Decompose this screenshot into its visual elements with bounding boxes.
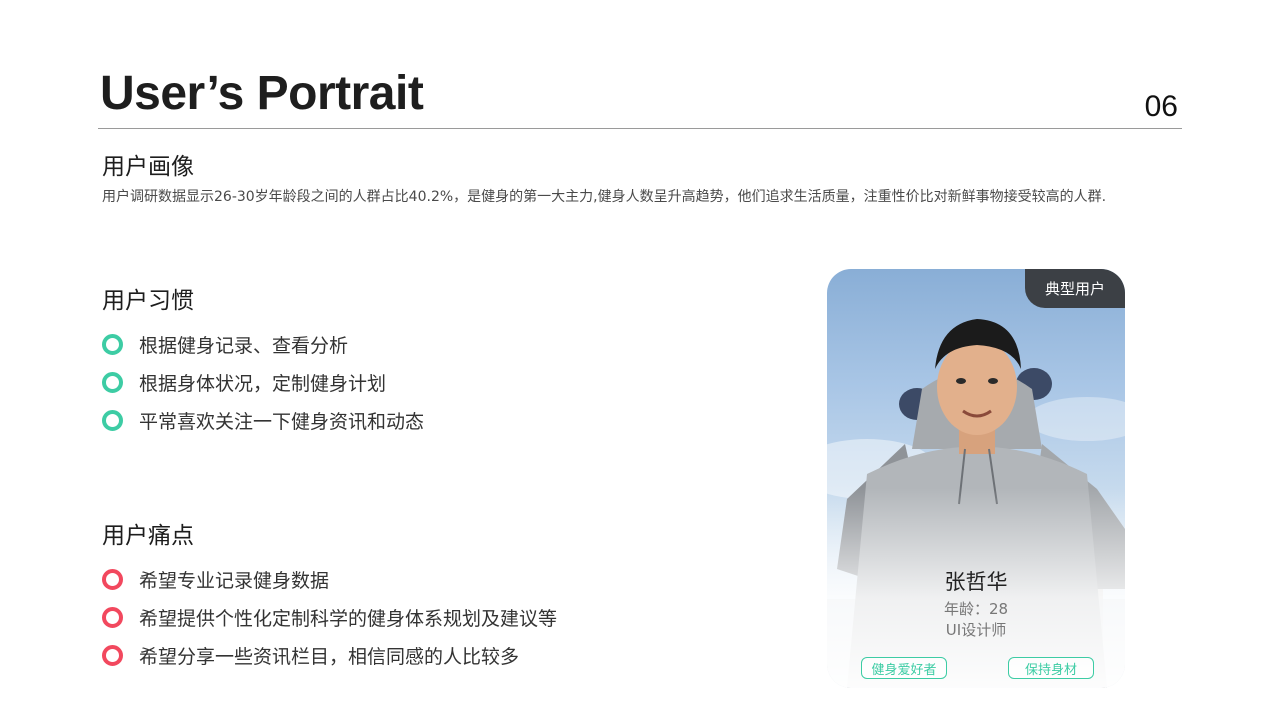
habits-heading: 用户习惯 (102, 288, 194, 314)
pain-point-text: 希望提供个性化定制科学的健身体系规划及建议等 (139, 607, 558, 630)
green-bullet-icon (102, 409, 123, 431)
profile-card: 典型用户 张哲华 年龄：28 UI设计师 健身爱好者 保持身材 (827, 269, 1125, 688)
page-number: 06 (1144, 90, 1178, 123)
portrait-description: 用户调研数据显示26-30岁年龄段之间的人群占比40.2%，是健身的第一大主力,… (102, 189, 1107, 205)
habits-list: 根据健身记录、查看分析 根据身体状况，定制健身计划 平常喜欢关注一下健身资讯和动… (102, 325, 424, 439)
title-divider (98, 128, 1182, 129)
page-title: User’s Portrait (100, 67, 424, 120)
pain-point-text: 希望专业记录健身数据 (139, 569, 330, 592)
portrait-heading: 用户画像 (102, 154, 194, 180)
red-bullet-icon (102, 644, 123, 666)
habit-text: 根据健身记录、查看分析 (139, 334, 349, 357)
list-item: 根据身体状况，定制健身计划 (102, 363, 424, 401)
green-bullet-icon (102, 333, 123, 355)
list-item: 根据健身记录、查看分析 (102, 325, 424, 363)
red-bullet-icon (102, 568, 123, 590)
red-bullet-icon (102, 606, 123, 628)
user-name: 张哲华 (944, 570, 1008, 594)
list-item: 希望分享一些资讯栏目，相信同感的人比较多 (102, 636, 557, 674)
user-occupation: UI设计师 (945, 621, 1007, 639)
pain-points-heading: 用户痛点 (102, 523, 194, 549)
list-item: 平常喜欢关注一下健身资讯和动态 (102, 401, 424, 439)
pain-points-list: 希望专业记录健身数据 希望提供个性化定制科学的健身体系规划及建议等 希望分享一些… (102, 560, 557, 674)
habit-text: 根据身体状况，定制健身计划 (139, 372, 387, 395)
green-bullet-icon (102, 371, 123, 393)
list-item: 希望提供个性化定制科学的健身体系规划及建议等 (102, 598, 557, 636)
tag-pill: 健身爱好者 (861, 657, 947, 679)
habit-text: 平常喜欢关注一下健身资讯和动态 (139, 410, 425, 433)
user-age: 年龄：28 (943, 600, 1009, 618)
tag-pill: 保持身材 (1008, 657, 1094, 679)
pain-point-text: 希望分享一些资讯栏目，相信同感的人比较多 (139, 645, 520, 668)
typical-user-badge: 典型用户 (1025, 269, 1125, 308)
list-item: 希望专业记录健身数据 (102, 560, 557, 598)
